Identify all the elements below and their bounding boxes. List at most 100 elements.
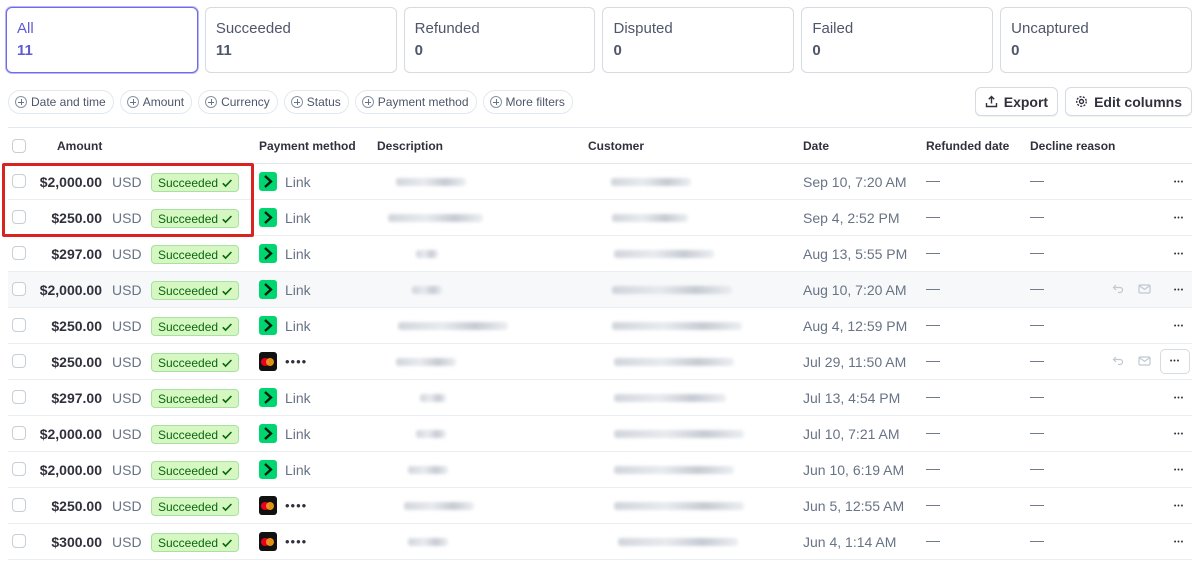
- date-value: Sep 4, 2:52 PM: [803, 210, 900, 226]
- tab-count: 0: [613, 42, 622, 59]
- amount-value: $250.00: [51, 498, 102, 514]
- filter-status[interactable]: Status: [283, 90, 349, 114]
- column-header-description[interactable]: Description: [377, 139, 443, 153]
- row-checkbox[interactable]: [12, 426, 26, 440]
- filter-amount[interactable]: Amount: [119, 90, 193, 114]
- column-header-payment-method[interactable]: Payment method: [259, 139, 356, 153]
- row-checkbox[interactable]: [12, 498, 26, 512]
- table-row[interactable]: $250.00 USD Succeeded Link Aug 4, 12:59 PM — —…: [8, 308, 1192, 344]
- ellipsis-icon: •••: [1173, 286, 1185, 294]
- refunded-date-value: —: [926, 244, 940, 260]
- table-row[interactable]: $297.00 USD Succeeded Link Jul 13, 4:54 PM — —…: [8, 380, 1192, 416]
- column-header-amount[interactable]: Amount: [57, 139, 102, 153]
- card-mask: ••••: [285, 534, 308, 549]
- refund-icon[interactable]: [1112, 283, 1124, 295]
- filter-payment-method[interactable]: Payment method: [354, 90, 477, 114]
- status-label: Succeeded: [158, 175, 219, 190]
- table-row[interactable]: $2,000.00 USD Succeeded Link Jun 10, 6:19 AM…: [8, 452, 1192, 488]
- more-actions-button[interactable]: •••: [1168, 244, 1190, 264]
- description-redacted: [412, 286, 442, 294]
- email-icon[interactable]: [1138, 283, 1151, 295]
- row-checkbox[interactable]: [12, 282, 26, 296]
- export-button[interactable]: Export: [974, 87, 1059, 116]
- check-icon: [222, 466, 233, 475]
- more-actions-button[interactable]: •••: [1168, 208, 1190, 228]
- row-checkbox[interactable]: [12, 174, 26, 188]
- column-header-refunded-date[interactable]: Refunded date: [926, 139, 1009, 153]
- table-row[interactable]: $250.00 USD Succeeded Link Sep 4, 2:52 PM — — •…: [8, 200, 1192, 236]
- table-row[interactable]: $2,000.00 USD Succeeded Link Aug 10, 7:20 AM…: [8, 272, 1192, 308]
- export-label: Export: [1003, 93, 1049, 110]
- more-actions-button[interactable]: •••: [1168, 388, 1190, 408]
- status-label: Succeeded: [158, 211, 219, 226]
- row-checkbox[interactable]: [12, 354, 26, 368]
- select-all-checkbox[interactable]: [12, 139, 26, 153]
- status-label: Succeeded: [158, 247, 219, 262]
- tab-all[interactable]: All 11: [6, 7, 198, 73]
- column-header-decline-reason[interactable]: Decline reason: [1030, 139, 1115, 153]
- row-checkbox[interactable]: [12, 318, 26, 332]
- table-row[interactable]: $2,000.00 USD Succeeded Link Jul 10, 7:21 AM…: [8, 416, 1192, 452]
- currency-code: USD: [112, 174, 142, 190]
- tab-refunded[interactable]: Refunded 0: [403, 7, 596, 73]
- status-label: Succeeded: [158, 355, 219, 370]
- filter-currency[interactable]: Currency: [198, 90, 278, 114]
- more-actions-button[interactable]: •••: [1168, 172, 1190, 192]
- tab-disputed[interactable]: Disputed 0: [602, 7, 795, 73]
- filter-date-and-time[interactable]: Date and time: [8, 90, 114, 114]
- refund-icon[interactable]: [1112, 355, 1124, 367]
- row-checkbox[interactable]: [12, 210, 26, 224]
- row-checkbox[interactable]: [12, 534, 26, 548]
- refunded-date-value: —: [926, 280, 940, 296]
- refunded-date-value: —: [926, 424, 940, 440]
- status-badge: Succeeded: [151, 425, 240, 444]
- amount-value: $2,000.00: [39, 282, 102, 298]
- currency-code: USD: [112, 498, 142, 514]
- more-actions-button[interactable]: •••: [1168, 532, 1190, 552]
- currency-code: USD: [112, 282, 142, 298]
- table-row[interactable]: $297.00 USD Succeeded Link Aug 13, 5:55 PM — —…: [8, 236, 1192, 272]
- ellipsis-icon: •••: [1173, 466, 1185, 474]
- more-actions-button[interactable]: •••: [1168, 424, 1190, 444]
- table-header: Amount Payment method Description Custom…: [8, 128, 1192, 164]
- more-actions-button[interactable]: •••: [1168, 280, 1190, 300]
- payment-method: Link: [259, 424, 311, 443]
- tab-count: 0: [1011, 42, 1020, 59]
- row-checkbox[interactable]: [12, 462, 26, 476]
- table-row[interactable]: $300.00 USD Succeeded •••• Jun 4, 1:14 AM — — •…: [8, 524, 1192, 560]
- edit-columns-button[interactable]: Edit columns: [1065, 87, 1192, 116]
- more-actions-button[interactable]: •••: [1168, 496, 1190, 516]
- more-actions-button[interactable]: •••: [1168, 316, 1190, 336]
- check-icon: [222, 286, 233, 295]
- check-icon: [222, 430, 233, 439]
- tab-label: Disputed: [613, 20, 673, 37]
- description-redacted: [396, 358, 456, 366]
- currency-code: USD: [112, 534, 142, 550]
- table-row[interactable]: $250.00 USD Succeeded •••• Jul 29, 11:50 AM —…: [8, 344, 1192, 380]
- row-checkbox[interactable]: [12, 390, 26, 404]
- column-header-customer[interactable]: Customer: [588, 139, 644, 153]
- tab-uncaptured[interactable]: Uncaptured 0: [1000, 7, 1192, 73]
- card-mask: ••••: [285, 498, 308, 513]
- more-actions-button[interactable]: •••: [1160, 349, 1190, 374]
- more-actions-button[interactable]: •••: [1168, 460, 1190, 480]
- row-checkbox[interactable]: [12, 246, 26, 260]
- check-icon: [222, 538, 233, 547]
- table-row[interactable]: $250.00 USD Succeeded •••• Jun 5, 12:55 AM — —…: [8, 488, 1192, 524]
- tab-succeeded[interactable]: Succeeded 11: [204, 7, 397, 73]
- currency-code: USD: [112, 462, 142, 478]
- date-value: Jul 13, 4:54 PM: [803, 390, 901, 406]
- ellipsis-icon: •••: [1173, 538, 1185, 546]
- date-value: Jul 29, 11:50 AM: [803, 354, 907, 370]
- table-row[interactable]: $2,000.00 USD Succeeded Link Sep 10, 7:20 AM…: [8, 164, 1192, 200]
- filter-more-filters[interactable]: More filters: [482, 90, 573, 114]
- status-label: Succeeded: [158, 391, 219, 406]
- refunded-date-value: —: [926, 208, 940, 224]
- check-icon: [222, 502, 233, 511]
- tab-failed[interactable]: Failed 0: [801, 7, 994, 73]
- email-icon[interactable]: [1138, 355, 1151, 367]
- column-header-date[interactable]: Date: [803, 139, 829, 153]
- edit-columns-label: Edit columns: [1094, 93, 1182, 110]
- refunded-date-value: —: [926, 496, 940, 512]
- decline-reason-value: —: [1030, 352, 1044, 368]
